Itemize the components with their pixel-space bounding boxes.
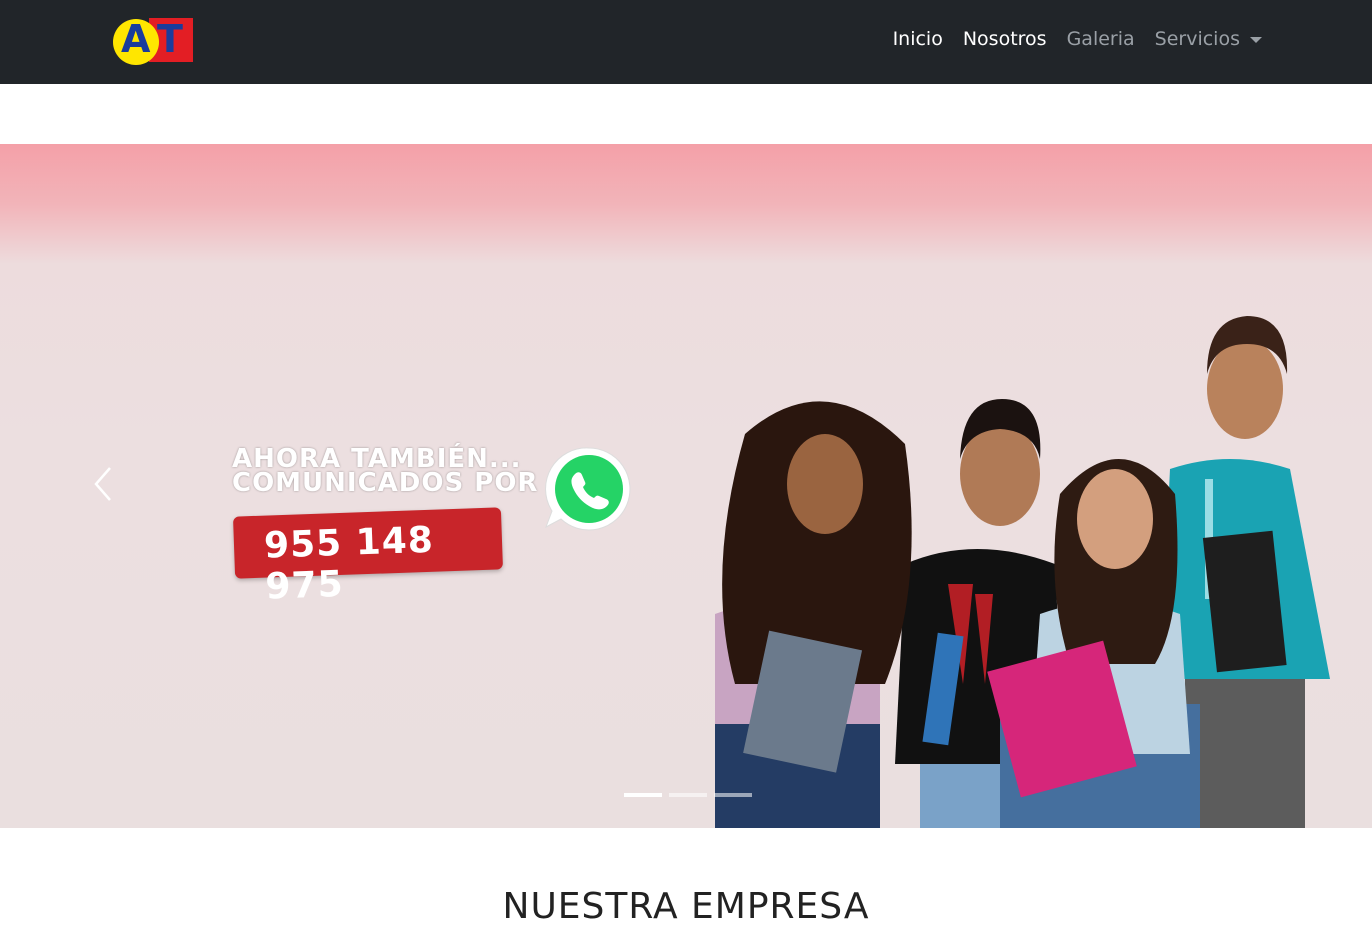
chevron-down-icon xyxy=(1250,36,1262,43)
carousel-indicator-2[interactable] xyxy=(669,793,707,797)
phone-badge: 955 148 975 xyxy=(232,507,504,608)
section-title: NUESTRA EMPRESA xyxy=(502,886,870,927)
nav-link-galeria[interactable]: Galeria xyxy=(1067,28,1135,50)
hero-carousel: AHORA TAMBIÉN... COMUNICADOS POR 955 148… xyxy=(0,144,1372,828)
nav-link-nosotros[interactable]: Nosotros xyxy=(963,28,1047,50)
carousel-indicator-3[interactable] xyxy=(714,793,752,797)
phone-number: 955 148 975 xyxy=(263,519,435,608)
nav-link-inicio[interactable]: Inicio xyxy=(893,28,943,50)
carousel-indicators xyxy=(624,793,759,797)
carousel-prev-icon[interactable] xyxy=(90,464,116,504)
whatsapp-promo: AHORA TAMBIÉN... COMUNICADOS POR 955 148… xyxy=(232,444,642,608)
logo-letter-t: T xyxy=(157,17,183,61)
nav-link-servicios[interactable]: Servicios xyxy=(1155,28,1262,50)
carousel-indicator-1[interactable] xyxy=(624,793,662,797)
main-nav: Inicio Nosotros Galeria Servicios xyxy=(873,28,1262,50)
logo-letter-a: A xyxy=(121,17,150,61)
navbar: A T Inicio Nosotros Galeria Servicios xyxy=(0,0,1372,84)
student-curly-hair xyxy=(715,401,912,828)
promo-line-2: COMUNICADOS POR xyxy=(232,468,539,498)
students-photo xyxy=(715,316,1330,828)
brand-logo[interactable]: A T xyxy=(113,17,193,65)
whatsapp-icon xyxy=(545,447,631,531)
nav-link-servicios-label: Servicios xyxy=(1154,28,1240,50)
